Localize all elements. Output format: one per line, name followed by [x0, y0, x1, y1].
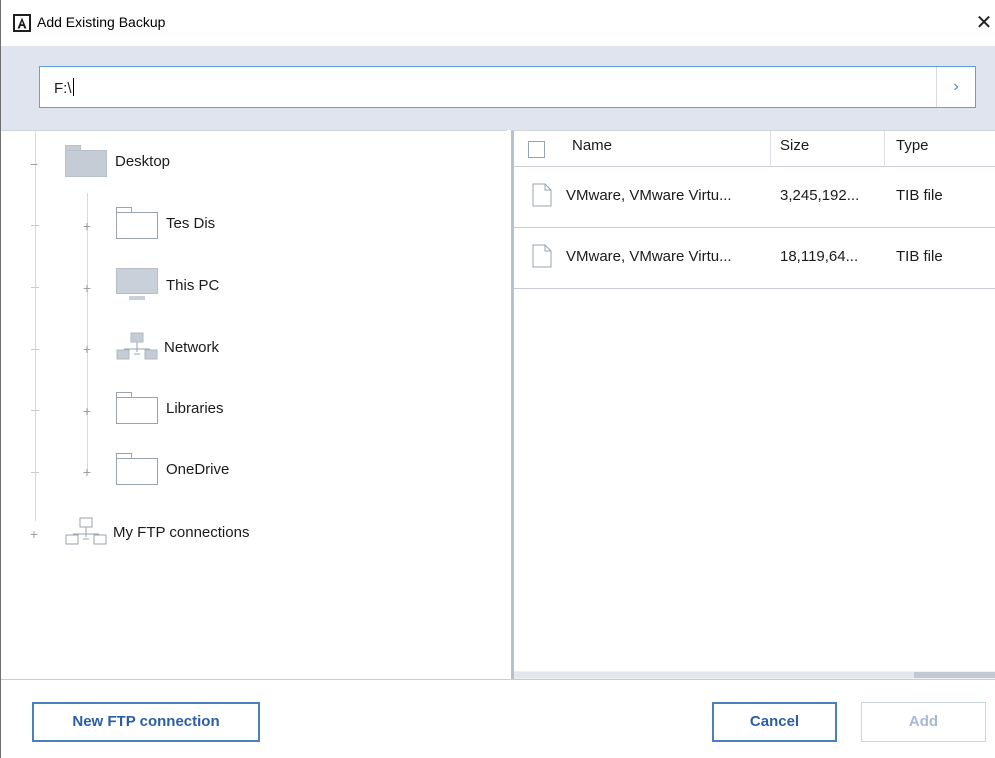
file-type: TIB file	[896, 187, 943, 204]
ftp-connections-icon	[65, 517, 107, 545]
horizontal-scrollbar[interactable]	[514, 671, 995, 679]
tree-item-label: My FTP connections	[113, 523, 250, 541]
file-list: Name Size Type VMware, VMware Virtu... 3…	[511, 130, 995, 679]
list-header: Name Size Type	[514, 131, 995, 167]
tree-guide-line	[87, 193, 88, 473]
tree-item-onedrive[interactable]: OneDrive	[116, 453, 229, 485]
file-type: TIB file	[896, 248, 943, 265]
text-caret	[72, 78, 74, 96]
tree-item-label: OneDrive	[166, 460, 230, 478]
path-input[interactable]: F:\ ›	[39, 66, 976, 108]
network-icon	[116, 332, 158, 360]
expand-icon[interactable]: +	[82, 219, 92, 233]
collapse-icon[interactable]: −	[29, 157, 39, 171]
column-header-type[interactable]: Type	[896, 137, 929, 154]
tree-guide-tick	[31, 472, 39, 473]
file-name: VMware, VMware Virtu...	[566, 187, 732, 204]
go-arrow-button[interactable]: ›	[936, 67, 975, 107]
tree-guide-tick	[31, 287, 39, 288]
file-name: VMware, VMware Virtu...	[566, 248, 732, 265]
scrollbar-track	[514, 672, 914, 678]
tree-item-label: Desktop	[115, 152, 171, 170]
folder-icon	[65, 145, 107, 177]
tree-item-label: Tes Dis	[166, 214, 216, 232]
column-header-name[interactable]: Name	[572, 137, 612, 154]
folder-tree: − Desktop + Tes Dis + This PC + Network …	[1, 130, 507, 679]
computer-icon	[116, 268, 158, 302]
column-divider[interactable]	[884, 131, 885, 167]
column-divider[interactable]	[770, 131, 771, 167]
table-row[interactable]: VMware, VMware Virtu... 3,245,192... TIB…	[514, 167, 995, 228]
file-size: 3,245,192...	[780, 187, 860, 204]
tree-item-label: Network	[164, 338, 220, 356]
title-bar: Add Existing Backup ✕	[1, 0, 995, 46]
acronis-icon	[13, 14, 31, 32]
file-icon	[532, 183, 552, 207]
tree-item-label: Libraries	[166, 399, 224, 417]
expand-icon[interactable]: +	[29, 527, 39, 541]
path-bar: F:\ ›	[1, 46, 995, 130]
scrollbar-thumb[interactable]	[914, 672, 995, 678]
tree-guide-tick	[31, 410, 39, 411]
tree-item-network[interactable]: Network	[116, 332, 219, 362]
folder-icon	[116, 453, 158, 485]
folder-icon	[116, 392, 158, 424]
tree-item-desktop[interactable]: Desktop	[65, 145, 170, 177]
tree-item-my-ftp-connections[interactable]: My FTP connections	[65, 517, 249, 547]
add-existing-backup-dialog: Add Existing Backup ✕ F:\ › − Desktop + …	[0, 0, 995, 758]
path-value: F:\	[54, 80, 72, 97]
tree-guide-tick	[31, 349, 39, 350]
expand-icon[interactable]: +	[82, 404, 92, 418]
tree-guide-line	[35, 131, 36, 521]
tree-item-libraries[interactable]: Libraries	[116, 392, 224, 424]
close-icon[interactable]: ✕	[972, 8, 995, 38]
select-all-checkbox[interactable]	[528, 141, 545, 158]
dialog-footer: New FTP connection Cancel Add	[1, 679, 995, 758]
tree-item-label: This PC	[166, 276, 220, 294]
column-header-size[interactable]: Size	[780, 137, 809, 154]
window-title: Add Existing Backup	[37, 14, 166, 30]
folder-icon	[116, 207, 158, 239]
add-button[interactable]: Add	[861, 702, 986, 742]
tree-guide-tick	[31, 225, 39, 226]
expand-icon[interactable]: +	[82, 342, 92, 356]
tree-item-tes-dis[interactable]: Tes Dis	[116, 207, 215, 239]
table-row[interactable]: VMware, VMware Virtu... 18,119,64... TIB…	[514, 228, 995, 289]
cancel-button[interactable]: Cancel	[712, 702, 837, 742]
expand-icon[interactable]: +	[82, 281, 92, 295]
new-ftp-connection-button[interactable]: New FTP connection	[32, 702, 260, 742]
expand-icon[interactable]: +	[82, 465, 92, 479]
file-icon	[532, 244, 552, 268]
tree-item-this-pc[interactable]: This PC	[116, 268, 219, 302]
file-size: 18,119,64...	[780, 248, 859, 265]
